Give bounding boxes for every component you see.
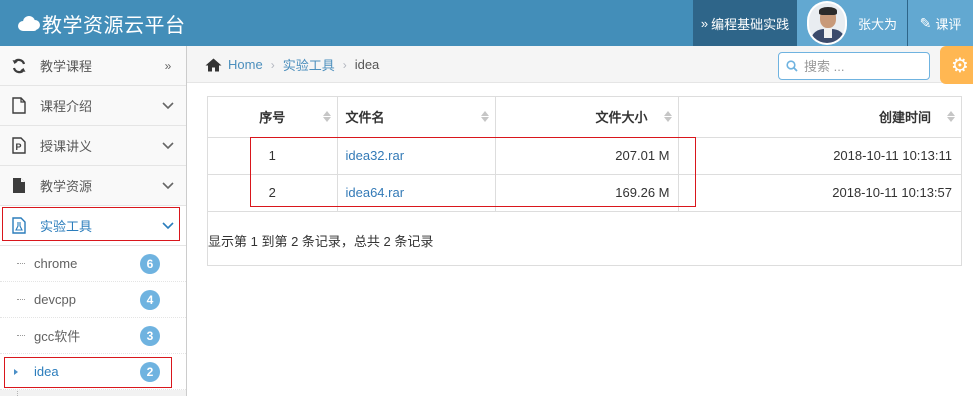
breadcrumb-home[interactable]: Home — [228, 57, 263, 72]
user-name: 张大为 — [858, 16, 898, 32]
column-header-size[interactable]: 文件大小 — [495, 97, 679, 138]
count-badge: 4 — [140, 289, 160, 310]
file-icon — [11, 177, 27, 194]
breadcrumb-bar: Home › 实验工具 › idea ⚙ — [187, 46, 973, 84]
sidebar-item-lab-tools[interactable]: 实验工具 — [0, 206, 186, 246]
count-badge: 3 — [140, 325, 160, 346]
file-table: 序号 文件名 文件大小 创建时间 1 idea32.rar 207.01 M 2… — [208, 97, 961, 212]
sidebar-subitem-chrome[interactable]: chrome 6 — [0, 246, 186, 282]
sidebar-item-resources[interactable]: 教学资源 — [0, 166, 186, 206]
cell-name: idea32.rar — [337, 137, 496, 175]
evaluate-label: 课评 — [935, 16, 962, 32]
sidebar-item-label: 授课讲义 — [40, 139, 93, 154]
cell-created: 2018-10-11 10:13:11 — [678, 137, 961, 175]
chevron-right-icon: › — [270, 57, 275, 72]
sidebar-subitem-devcpp[interactable]: devcpp 4 — [0, 282, 186, 318]
svg-text:P: P — [16, 142, 22, 152]
powerpoint-icon: P — [11, 137, 27, 154]
sort-icon — [663, 111, 672, 122]
sidebar-item-courses[interactable]: 教学课程 » — [0, 46, 186, 86]
search-input[interactable] — [804, 58, 922, 74]
cell-index: 1 — [208, 137, 338, 175]
sidebar: 教学课程 » 课程介绍 P 授课讲义 教学资源 实验工具 chrome 6 de… — [0, 46, 187, 396]
refresh-icon — [11, 58, 27, 74]
file-table-panel: 序号 文件名 文件大小 创建时间 1 idea32.rar 207.01 M 2… — [207, 96, 962, 266]
document-icon — [11, 97, 27, 114]
sidebar-subitem-label: gcc软件 — [34, 329, 81, 344]
user-menu[interactable]: 张大为 — [797, 0, 907, 46]
sidebar-subitem-idea[interactable]: idea 2 — [0, 354, 186, 390]
file-link[interactable]: idea64.rar — [346, 185, 405, 200]
avatar — [807, 1, 847, 45]
breadcrumb: Home › 实验工具 › idea — [205, 55, 379, 74]
cell-name: idea64.rar — [337, 174, 496, 212]
sidebar-item-label: 课程介绍 — [40, 99, 93, 114]
double-chevron-right-icon: » — [164, 58, 172, 73]
column-header-created[interactable]: 创建时间 — [678, 97, 961, 138]
sidebar-item-label: 教学资源 — [40, 179, 93, 194]
chevron-down-icon — [162, 219, 174, 233]
search-box — [778, 52, 930, 80]
app-title: 教学资源云平台 — [42, 14, 186, 37]
brand[interactable]: 教学资源云平台 — [18, 8, 186, 38]
chevron-down-icon — [162, 99, 174, 113]
gear-icon: ⚙ — [951, 54, 969, 77]
chevron-down-icon — [162, 179, 174, 193]
table-row: 2 idea64.rar 169.26 M 2018-10-11 10:13:5… — [208, 174, 961, 212]
breadcrumb-current: idea — [354, 57, 380, 72]
table-row: 1 idea32.rar 207.01 M 2018-10-11 10:13:1… — [208, 137, 961, 175]
pencil-icon: ✎ — [919, 14, 932, 31]
sidebar-subitem-label: idea — [34, 364, 59, 379]
sidebar-item-label: 实验工具 — [40, 219, 93, 234]
cell-created: 2018-10-11 10:13:57 — [678, 174, 961, 212]
file-link[interactable]: idea32.rar — [346, 148, 405, 163]
caret-right-icon — [14, 368, 18, 375]
table-header-row: 序号 文件名 文件大小 创建时间 — [208, 97, 961, 138]
breadcrumb-parent[interactable]: 实验工具 — [283, 55, 335, 74]
column-header-name[interactable]: 文件名 — [337, 97, 496, 138]
sidebar-subitem-gcc[interactable]: gcc软件 3 — [0, 318, 186, 354]
cell-size: 207.01 M — [495, 137, 679, 175]
sidebar-item-intro[interactable]: 课程介绍 — [0, 86, 186, 126]
count-badge: 2 — [140, 361, 160, 382]
top-navbar: 教学资源云平台 » 编程基础实践 张大为 ✎ 课评 — [0, 0, 973, 46]
settings-button[interactable]: ⚙ — [940, 46, 973, 84]
sort-icon — [947, 111, 955, 122]
pagination-info: 显示第 1 到第 2 条记录，总共 2 条记录 — [208, 234, 434, 249]
flask-icon — [11, 217, 27, 234]
column-header-index[interactable]: 序号 — [208, 97, 338, 138]
count-badge: 6 — [140, 253, 160, 274]
sort-icon — [480, 111, 489, 122]
sidebar-item-label: 教学课程 — [40, 59, 93, 74]
evaluate-button[interactable]: ✎ 课评 — [907, 0, 973, 46]
search-icon — [786, 60, 798, 72]
program-link[interactable]: » 编程基础实践 — [693, 0, 797, 46]
sidebar-subitem-label: chrome — [34, 256, 78, 271]
home-icon — [205, 58, 222, 71]
sort-icon — [322, 111, 331, 122]
chevron-down-icon — [162, 139, 174, 153]
program-link-label: 编程基础实践 — [711, 16, 790, 32]
cell-size: 169.26 M — [495, 174, 679, 212]
cloud-icon — [18, 15, 40, 31]
chevron-right-icon: › — [342, 57, 347, 72]
cell-index: 2 — [208, 174, 338, 212]
sidebar-item-lectures[interactable]: P 授课讲义 — [0, 126, 186, 166]
sidebar-subitem-label: devcpp — [34, 292, 76, 307]
double-chevron-right-icon: » — [700, 15, 709, 31]
